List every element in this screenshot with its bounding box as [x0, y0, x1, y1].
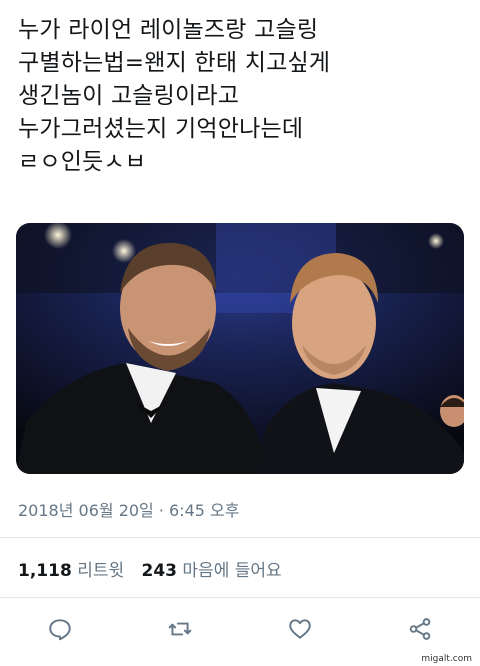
tweet-stats: 1,118 리트윗 243 마음에 들어요 — [18, 556, 294, 581]
tweet-text-line: 구별하는법=왠지 한태 치고싶게 — [18, 50, 331, 76]
retweet-icon — [168, 622, 192, 636]
tweet-text-line: 생긴놈이 고슬링이라고 — [18, 83, 240, 109]
heart-icon — [289, 619, 311, 639]
like-stat[interactable]: 243 마음에 들어요 — [142, 556, 282, 581]
tweet-text-line: ㄹㅇ인듯ㅅㅂ — [18, 149, 147, 175]
like-count: 243 — [141, 561, 178, 581]
divider — [0, 537, 480, 538]
retweet-count: 1,118 — [18, 561, 72, 581]
share-button[interactable] — [402, 611, 438, 647]
divider — [0, 597, 480, 598]
reply-icon — [49, 619, 71, 641]
tweet-text: 누가 라이언 레이놀즈랑 고슬링 구별하는법=왠지 한태 치고싶게 생긴놈이 고… — [18, 14, 468, 179]
share-icon — [409, 618, 431, 640]
like-button[interactable] — [282, 611, 318, 647]
photo-image — [16, 223, 464, 474]
tweet-photo[interactable] — [16, 223, 464, 474]
like-label: 마음에 들어요 — [182, 561, 282, 581]
tweet-text-line: 누가그러셨는지 기억안나는데 — [18, 116, 304, 142]
retweet-label: 리트윗 — [77, 561, 125, 581]
tweet-timestamp[interactable]: 2018년 06월 20일 · 6:45 오후 — [18, 497, 239, 521]
tweet-actions — [0, 611, 480, 647]
retweet-button[interactable] — [162, 611, 198, 647]
watermark: migalt.com — [421, 654, 472, 664]
tweet-text-line: 누가 라이언 레이놀즈랑 고슬링 — [18, 17, 319, 43]
reply-button[interactable] — [42, 611, 78, 647]
retweet-stat[interactable]: 1,118 리트윗 — [18, 556, 124, 581]
